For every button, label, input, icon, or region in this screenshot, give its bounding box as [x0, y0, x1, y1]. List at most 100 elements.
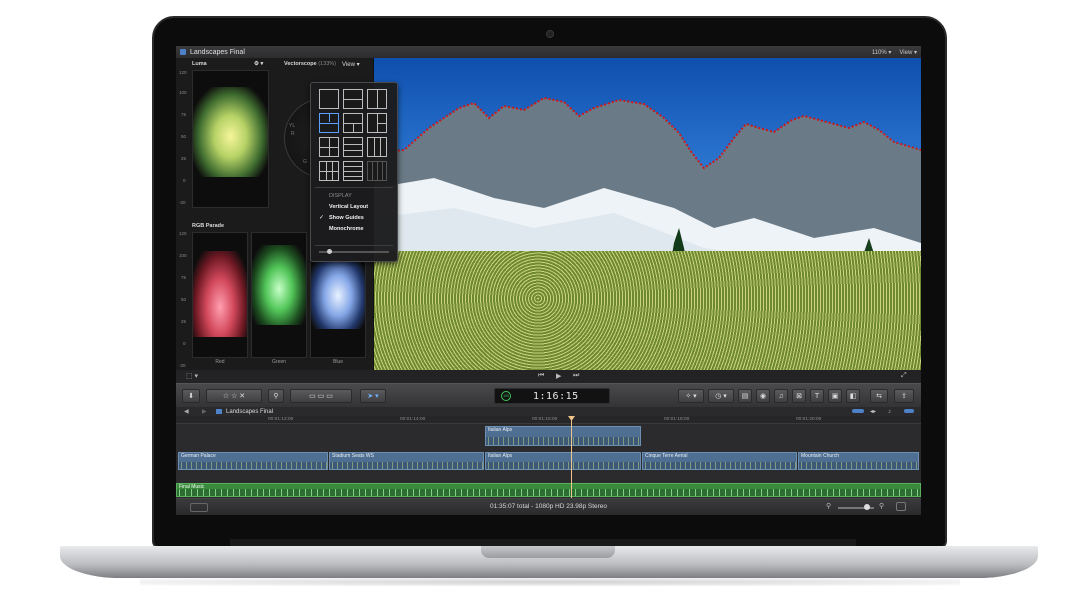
forward-arrow-icon[interactable]: ▶: [202, 408, 207, 415]
snapping-icon[interactable]: [904, 409, 914, 413]
primary-clip[interactable]: Mountain Church: [798, 452, 919, 470]
layout-grid-2x3[interactable]: [319, 161, 339, 181]
menu-item-show-guides[interactable]: Show Guides: [329, 215, 364, 221]
layout-four-columns[interactable]: [367, 161, 387, 181]
main-toolbar: ⬇ ☆ ☆ ✕ ⚲ ▭ ▭ ▭ ➤ ▾ 100 1:16:15 ✧ ▾ ◷ ▾ …: [176, 383, 921, 407]
primary-clip[interactable]: Italian Alps: [485, 452, 641, 470]
clip-audio-wave: [486, 461, 640, 469]
window-titlebar: Landscapes Final 110% ▾ View ▾: [176, 46, 921, 58]
clip-appearance-icon[interactable]: [852, 409, 864, 413]
dashboard-timecode[interactable]: 100 1:16:15: [494, 388, 610, 404]
rgb-scale-label: -20: [179, 363, 186, 368]
red-trace: [193, 251, 247, 337]
back-arrow-icon[interactable]: ◀: [184, 408, 189, 415]
transitions-icon[interactable]: ⊠: [792, 389, 806, 403]
menu-item-vertical-layout[interactable]: Vertical Layout: [329, 204, 368, 210]
clip-audio-wave: [179, 461, 327, 469]
vectorscope-label-text: Vectorscope: [284, 61, 317, 67]
layout-three-columns[interactable]: [367, 137, 387, 157]
luma-settings-icon[interactable]: ⚙ ▾: [254, 61, 263, 67]
search-icon[interactable]: ⚲: [268, 389, 284, 403]
share-icon[interactable]: ⇪: [894, 389, 914, 403]
menu-item-monochrome[interactable]: Monochrome: [329, 226, 364, 232]
clip-appearance-button[interactable]: [896, 502, 906, 511]
clip-name: German Palace: [181, 453, 216, 459]
rgb-scale-label: 75: [181, 275, 187, 280]
zoom-menu[interactable]: 110% ▾: [872, 49, 892, 56]
scope-view-menu[interactable]: View ▾: [342, 61, 360, 68]
titles-icon[interactable]: T: [810, 389, 824, 403]
music-audio-wave: [177, 489, 920, 496]
themes-icon[interactable]: ◧: [846, 389, 860, 403]
clip-audio-wave: [799, 461, 918, 469]
timeline-status: 01:35:07 total - 1080p HD 23.98p Stereo: [489, 503, 608, 510]
music-browser-icon[interactable]: ♫: [774, 389, 788, 403]
ruler-tick: 00:01:20:00: [796, 417, 822, 422]
layout-top-split[interactable]: [319, 113, 339, 133]
timeline-header: ◀ ▶ Landscapes Final ◂▸ ♪: [176, 407, 921, 416]
channel-label-red: Red: [215, 359, 225, 365]
retime-icon[interactable]: ◷ ▾: [708, 389, 734, 403]
play-icon[interactable]: ▶: [556, 372, 561, 380]
previous-edit-icon[interactable]: ⏮: [538, 372, 544, 380]
audio-skimming-icon[interactable]: ♪: [888, 409, 891, 415]
luma-scale-label: 50: [181, 134, 187, 139]
timeline[interactable]: Italian Alps German Palace Stadium Seats…: [176, 424, 921, 498]
clip-name: Cinque Terre Aerial: [645, 453, 688, 459]
vectorscope-mark: G: [303, 159, 307, 165]
timeline-zoom-knob[interactable]: [864, 504, 870, 510]
laptop-shadow: [140, 578, 960, 586]
enhancements-icon[interactable]: ✧ ▾: [678, 389, 704, 403]
channel-label-green: Green: [272, 359, 286, 365]
next-edit-icon[interactable]: ⏭: [573, 372, 579, 380]
app-screen: Landscapes Final 110% ▾ View ▾ Luma ⚙ ▾ …: [176, 46, 921, 515]
scope-view-label: View: [342, 62, 355, 68]
playhead[interactable]: [571, 416, 572, 498]
rgb-scale-label: 25: [181, 319, 187, 324]
transform-icon[interactable]: ⬚ ▾: [186, 372, 198, 380]
music-clip[interactable]: Final Music: [176, 483, 921, 497]
background-tasks-icon[interactable]: 100: [501, 391, 511, 401]
select-tool-icon[interactable]: ➤ ▾: [360, 389, 386, 403]
rating-buttons[interactable]: ☆ ☆ ✕: [206, 389, 262, 403]
scope-layout-grid: [319, 89, 387, 181]
layout-four-rows[interactable]: [343, 161, 363, 181]
channel-label-blue: Blue: [332, 359, 343, 365]
ruler-tick: 00:01:16:00: [532, 417, 558, 422]
checkmark-icon: ✓: [319, 215, 325, 221]
vectorscope-zoom: (133%): [318, 61, 336, 67]
layout-single[interactable]: [319, 89, 339, 109]
skimming-icon[interactable]: ◂▸: [870, 408, 876, 415]
layout-two-rows[interactable]: [343, 89, 363, 109]
layout-bottom-split[interactable]: [343, 113, 363, 133]
import-icon[interactable]: ⬇: [182, 389, 200, 403]
vectorscope-mark: YL: [289, 123, 296, 129]
layout-quad[interactable]: [319, 137, 339, 157]
layout-three-rows[interactable]: [343, 137, 363, 157]
viewer[interactable]: [374, 58, 921, 370]
view-menu-label: View: [899, 49, 913, 56]
generators-icon[interactable]: ▣: [828, 389, 842, 403]
layout-two-columns[interactable]: [367, 89, 387, 109]
green-parade: [251, 232, 307, 358]
inspector-icon[interactable]: ▤: [738, 389, 752, 403]
zoom-out-icon[interactable]: ⚲: [826, 502, 831, 510]
edit-buttons[interactable]: ▭ ▭ ▭: [290, 389, 352, 403]
connected-clip[interactable]: Italian Alps: [485, 426, 641, 446]
brightness-knob[interactable]: [327, 249, 332, 254]
photo-browser-icon[interactable]: ◉: [756, 389, 770, 403]
laptop-notch: [481, 546, 615, 558]
viewer-view-menu[interactable]: View ▾: [899, 49, 917, 56]
primary-clip[interactable]: German Palace: [178, 452, 328, 470]
fullscreen-icon[interactable]: ⤢: [901, 372, 907, 380]
status-bar: 01:35:07 total - 1080p HD 23.98p Stereo …: [176, 498, 921, 515]
primary-clip[interactable]: Stadium Seats WS: [329, 452, 484, 470]
viewer-meadow: [374, 251, 921, 370]
swap-icon[interactable]: ⇆: [870, 389, 888, 403]
primary-clip[interactable]: Cinque Terre Aerial: [642, 452, 797, 470]
layout-right-split[interactable]: [367, 113, 387, 133]
ruler-tick: 00:01:18:00: [664, 417, 690, 422]
zoom-in-icon[interactable]: ⚲: [879, 502, 884, 510]
clip-name: Italian Alps: [488, 453, 513, 459]
timeline-project-name: Landscapes Final: [226, 408, 274, 415]
